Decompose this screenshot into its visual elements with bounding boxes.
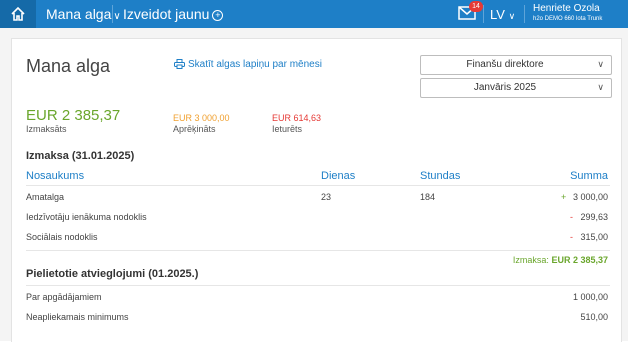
paid-amount: EUR 2 385,37: [26, 107, 121, 124]
language-selector[interactable]: LV ∨: [490, 7, 515, 22]
nav-menu-mana-alga[interactable]: Mana alga ∨: [46, 6, 121, 22]
position-select-value: Finanšu direktore: [466, 59, 544, 70]
paid-label: Izmaksāts: [26, 124, 67, 134]
payout-section-title: Izmaksa (31.01.2025): [26, 150, 135, 162]
user-name[interactable]: Henriete Ozola: [533, 3, 600, 14]
section-divider: [26, 285, 610, 286]
row-name: Amatalga: [26, 192, 65, 202]
divider: [112, 5, 113, 23]
withheld-amount: EUR 614,63: [272, 113, 322, 123]
relief-sum: 510,00: [580, 312, 608, 322]
payout-total-value: EUR 2 385,37: [551, 255, 608, 265]
header-divider: [26, 185, 610, 186]
calculated-amount: EUR 3 000,00: [173, 113, 230, 123]
row-days: 23: [321, 192, 332, 202]
relief-name: Par apgādājamiem: [26, 292, 102, 302]
divider: [483, 5, 484, 23]
mail-count-badge: 14: [469, 1, 483, 12]
chevron-down-icon: ∨: [508, 11, 516, 21]
column-header-days: Dienas: [321, 170, 356, 182]
table-divider: [26, 250, 610, 251]
row-sum: 3 000,00: [572, 192, 608, 202]
row-name: Sociālais nodoklis: [26, 232, 98, 242]
relief-name: Neapliekamais minimums: [26, 312, 129, 322]
language-label: LV: [490, 7, 505, 22]
position-select[interactable]: Finanšu direktore ∨: [420, 55, 612, 75]
period-select-value: Janvāris 2025: [473, 82, 537, 93]
column-header-hours: Stundas: [420, 170, 461, 182]
home-icon: [11, 6, 25, 21]
nav-menu-label: Mana alga: [46, 6, 112, 22]
reliefs-section-title: Pielietotie atvieglojumi (01.2025.): [26, 268, 199, 280]
column-header-sum: Summa: [570, 170, 608, 182]
payout-total: Izmaksa: EUR 2 385,37: [440, 255, 608, 265]
chevron-down-icon: ∨: [597, 59, 604, 69]
chevron-down-icon: ∨: [597, 82, 604, 92]
column-header-name: Nosaukums: [26, 170, 85, 182]
create-new-button[interactable]: Izveidot jaunu +: [123, 6, 224, 22]
payout-total-label: Izmaksa:: [512, 255, 549, 265]
printer-icon: [174, 59, 185, 69]
row-sum: 315,00: [580, 232, 608, 242]
row-sum: 299,63: [580, 212, 608, 222]
withheld-label: Ieturēts: [272, 124, 303, 134]
print-payslip-link[interactable]: Skatīt algas lapiņu par mēnesi: [174, 59, 322, 70]
chevron-down-icon: ∨: [113, 11, 121, 22]
divider: [524, 5, 525, 23]
home-button[interactable]: [0, 0, 36, 28]
top-bar: Mana alga ∨ Izveidot jaunu + 14 LV ∨ Henri…: [0, 0, 628, 28]
row-name: Iedzīvotāju ienākuma nodoklis: [26, 212, 147, 222]
calculated-label: Aprēķināts: [173, 124, 216, 134]
print-link-label: Skatīt algas lapiņu par mēnesi: [188, 59, 322, 70]
period-select[interactable]: Janvāris 2025 ∨: [420, 78, 612, 98]
row-hours: 184: [420, 192, 436, 202]
create-new-label: Izveidot jaunu: [123, 6, 210, 22]
relief-sum: 1 000,00: [572, 292, 608, 302]
page-title: Mana alga: [26, 56, 111, 76]
user-organization: h2o DEMO 660 lota Trunk: [533, 16, 603, 22]
plus-circle-icon: +: [212, 10, 224, 21]
